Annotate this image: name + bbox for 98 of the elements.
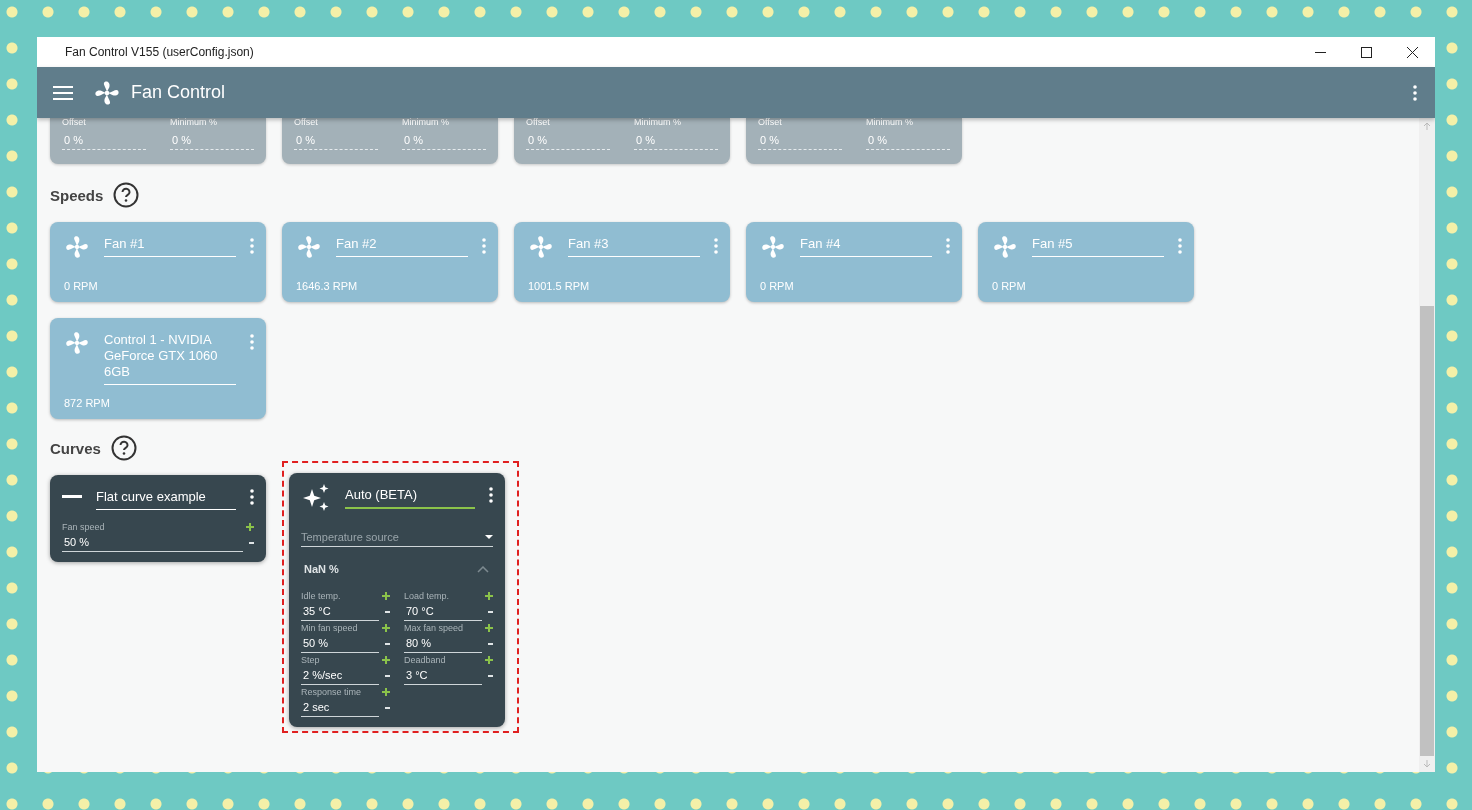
field-label: Idle temp.	[301, 590, 341, 601]
field-label: Offset	[526, 118, 551, 129]
rpm-reading: 1001.5 RPM	[528, 280, 591, 292]
value-field[interactable]: 0 %	[866, 130, 950, 150]
value-field[interactable]: 70 °C	[404, 602, 482, 621]
rpm-reading: 0 RPM	[64, 280, 99, 292]
section-heading: Speeds	[50, 186, 104, 204]
maximize-icon	[1360, 46, 1372, 58]
minus-icon[interactable]	[488, 610, 493, 613]
field-label: Offset	[62, 118, 87, 129]
fan-icon	[64, 330, 90, 356]
help-icon[interactable]	[110, 435, 137, 461]
app-title: Fan Control	[131, 82, 227, 103]
menu-button[interactable]	[489, 487, 493, 503]
minus-icon[interactable]	[488, 642, 493, 645]
fan-icon	[992, 234, 1018, 260]
value-field[interactable]: 50 %	[62, 533, 243, 552]
value-field[interactable]: 0 %	[402, 130, 486, 150]
value-field[interactable]: 3 °C	[404, 666, 482, 685]
value-field[interactable]: 35 °C	[301, 602, 379, 621]
field-label: Step	[301, 654, 320, 665]
minus-icon[interactable]	[385, 706, 390, 709]
value-field[interactable]: 0 %	[634, 130, 718, 150]
more-icon	[489, 487, 493, 503]
dropdown-icon	[485, 535, 493, 539]
fan-icon	[760, 234, 786, 260]
output-value: NaN %	[304, 563, 339, 575]
temperature-select[interactable]: Temperature source	[301, 531, 493, 547]
minimize-icon	[1314, 51, 1326, 53]
plus-icon[interactable]	[485, 591, 493, 600]
name-field[interactable]: Control 1 - NVIDIA GeForce GTX 1060 6GB	[104, 330, 236, 385]
more-icon	[946, 238, 950, 254]
name-field[interactable]: Fan #3	[568, 234, 700, 257]
menu-button[interactable]	[250, 489, 254, 505]
value-field[interactable]: 80 %	[404, 634, 482, 653]
minus-icon[interactable]	[385, 610, 390, 613]
window-title: Fan Control V155 (userConfig.json)	[65, 45, 255, 59]
more-icon	[250, 489, 254, 505]
value-field[interactable]: 0 %	[170, 130, 254, 150]
more-icon	[250, 238, 254, 254]
field-label: Minimum %	[170, 118, 218, 129]
plus-icon[interactable]	[485, 655, 493, 664]
menu-icon	[53, 85, 73, 100]
value-field[interactable]: 50 %	[301, 634, 379, 653]
field-label: Fan speed	[62, 521, 105, 532]
name-field[interactable]: Fan #4	[800, 234, 932, 257]
minus-icon[interactable]	[385, 642, 390, 645]
value-field[interactable]: 0 %	[526, 130, 610, 150]
name-field[interactable]: Fan #5	[1032, 234, 1164, 257]
more-icon	[482, 238, 486, 254]
fan-icon	[64, 234, 90, 260]
rpm-reading: 0 RPM	[760, 280, 795, 292]
more-icon	[1178, 238, 1182, 254]
rpm-reading: 872 RPM	[64, 397, 111, 409]
field-label: Max fan speed	[404, 622, 464, 633]
field-label: Min fan speed	[301, 622, 358, 633]
field-label: Response time	[301, 686, 362, 697]
help-icon[interactable]	[113, 182, 140, 208]
chevron-up-icon	[477, 565, 489, 573]
field-label: Minimum %	[866, 118, 914, 129]
value-field[interactable]: 2 %/sec	[301, 666, 379, 685]
plus-icon[interactable]	[382, 623, 390, 632]
name-field[interactable]: Fan #1	[104, 234, 236, 257]
minus-icon[interactable]	[385, 674, 390, 677]
more-icon	[1413, 84, 1417, 101]
more-icon	[714, 238, 718, 254]
field-label: Minimum %	[402, 118, 450, 129]
menu-button[interactable]	[53, 85, 73, 100]
value-field[interactable]: 0 %	[62, 130, 146, 150]
value-field[interactable]: 0 %	[294, 130, 378, 150]
section-heading: Curves	[50, 439, 101, 457]
value-field[interactable]: 0 %	[758, 130, 842, 150]
plus-icon[interactable]	[382, 687, 390, 696]
rpm-reading: 1646.3 RPM	[296, 280, 359, 292]
fan-icon	[528, 234, 554, 260]
fan-icon	[296, 234, 322, 260]
name-field[interactable]: Flat curve example	[96, 487, 236, 510]
more-button[interactable]	[1413, 84, 1417, 101]
field-label: Load temp.	[404, 590, 450, 601]
plus-icon[interactable]	[382, 655, 390, 664]
field-label: Offset	[758, 118, 783, 129]
plus-icon[interactable]	[382, 591, 390, 600]
name-field[interactable]: Fan #2	[336, 234, 468, 257]
value-field[interactable]: 2 sec	[301, 698, 379, 717]
rpm-reading: 0 RPM	[992, 280, 1027, 292]
minus-icon[interactable]	[488, 674, 493, 677]
name-field[interactable]: Auto (BETA)	[345, 485, 475, 509]
close-icon	[1406, 46, 1418, 58]
collapse-button[interactable]	[477, 565, 489, 573]
field-label: Minimum %	[634, 118, 682, 129]
plus-icon[interactable]	[246, 522, 254, 531]
field-label: Deadband	[404, 654, 446, 665]
plus-icon[interactable]	[485, 623, 493, 632]
fan-icon	[93, 78, 121, 107]
more-icon	[250, 334, 254, 350]
dash-icon	[62, 495, 82, 498]
minus-icon[interactable]	[249, 541, 254, 544]
field-label: Offset	[294, 118, 319, 129]
